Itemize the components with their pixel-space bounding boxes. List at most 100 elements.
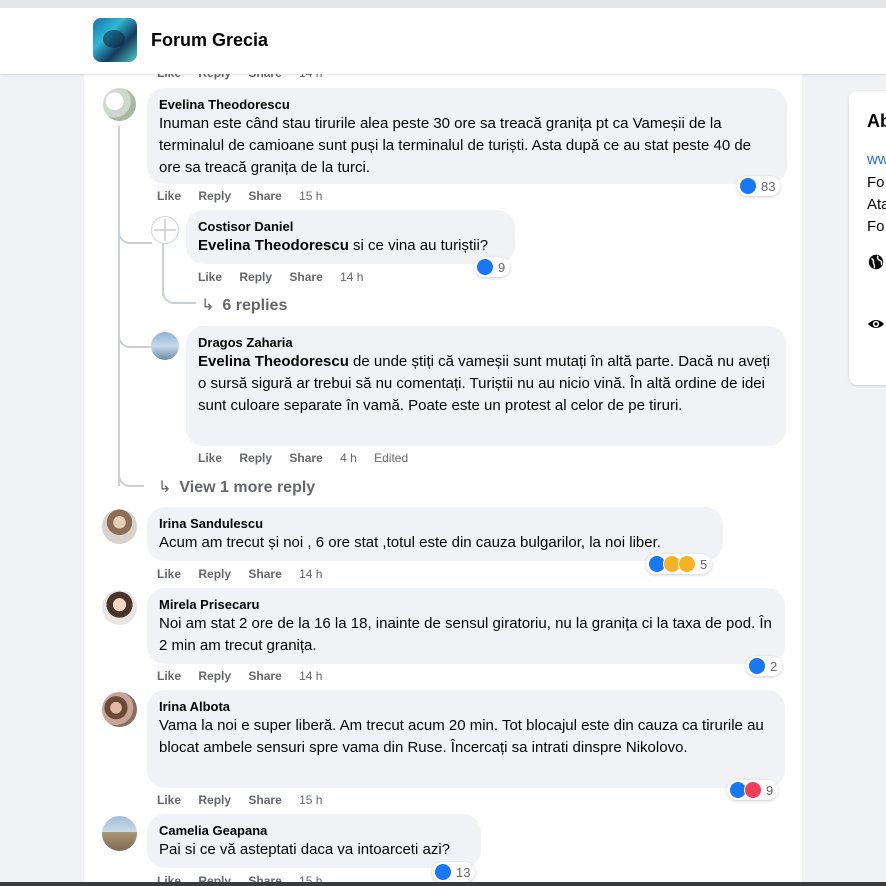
- reaction-count: 13: [456, 864, 471, 880]
- about-line: Ata: [867, 196, 886, 213]
- comment-author[interactable]: Costisor Daniel: [198, 218, 503, 235]
- reaction-summary[interactable]: 5: [646, 554, 713, 574]
- reaction-summary[interactable]: 83: [737, 176, 781, 196]
- comment-bubble: Irina Sandulescu Acum am trecut și noi ,…: [147, 507, 723, 561]
- comment-bubble: Evelina Theodorescu Inuman este când sta…: [147, 88, 787, 184]
- share-button[interactable]: Share: [248, 669, 281, 683]
- about-card: Ab ww Fo Ata Fo: [849, 91, 886, 385]
- comment-author[interactable]: Camelia Geapana: [159, 822, 469, 839]
- edited-label: Edited: [374, 451, 409, 465]
- reaction-summary[interactable]: 13: [432, 862, 476, 882]
- comment-actions-clipped: Like Reply Share 14 h: [157, 74, 336, 80]
- comment-actions: Like Reply Share 15 h: [157, 793, 336, 807]
- like-reaction-icon: [476, 258, 494, 276]
- comment-actions: Like Reply Share 14 h: [157, 669, 336, 683]
- reaction-count: 5: [700, 556, 708, 572]
- comment-bubble: Mirela Prisecaru Noi am stat 2 ore de la…: [147, 588, 785, 664]
- thread-connector: [162, 286, 196, 304]
- like-button[interactable]: Like: [157, 74, 181, 80]
- eye-icon: [867, 319, 885, 329]
- default-avatar-icon: [154, 219, 176, 241]
- comment-time: 15 h: [299, 189, 323, 203]
- comment-author[interactable]: Dragos Zaharia: [198, 334, 774, 351]
- avatar[interactable]: [102, 692, 137, 727]
- comment-text: Evelina Theodorescu si ce vina au turișt…: [198, 235, 503, 257]
- comment-author[interactable]: Mirela Prisecaru: [159, 596, 773, 613]
- window-bottom-edge: [0, 882, 886, 886]
- like-button[interactable]: Like: [157, 793, 181, 807]
- reaction-summary[interactable]: 9: [474, 257, 511, 277]
- group-cover-thumbnail[interactable]: [93, 18, 137, 62]
- avatar[interactable]: [103, 88, 136, 121]
- avatar[interactable]: [102, 509, 137, 544]
- like-button[interactable]: Like: [198, 270, 222, 284]
- reaction-count: 9: [498, 259, 506, 275]
- like-button[interactable]: Like: [198, 451, 222, 465]
- comment-text: Evelina Theodorescu de unde știți că vam…: [198, 351, 774, 417]
- comment-text: Noi am stat 2 ore de la 16 la 18, inaint…: [159, 615, 772, 654]
- mention-link[interactable]: Evelina Theodorescu: [198, 237, 349, 254]
- comment-actions: Like Reply Share 14 h: [157, 567, 336, 581]
- comment-bubble: Camelia Geapana Pai si ce vă asteptati d…: [147, 814, 481, 868]
- comment-text-body: si ce vina au turiștii?: [348, 237, 489, 254]
- like-reaction-icon: [434, 863, 452, 881]
- comment-bubble: Costisor Daniel Evelina Theodorescu si c…: [186, 210, 515, 264]
- globe-icon: [868, 254, 884, 270]
- like-reaction-icon: [748, 657, 766, 675]
- comment-author[interactable]: Irina Sandulescu: [159, 515, 711, 532]
- share-button[interactable]: Share: [248, 567, 281, 581]
- like-button[interactable]: Like: [157, 189, 181, 203]
- reply-button[interactable]: Reply: [239, 270, 272, 284]
- reaction-count: 2: [770, 658, 778, 674]
- reaction-summary[interactable]: 9: [727, 780, 779, 800]
- share-button[interactable]: Share: [248, 793, 281, 807]
- view-more-reply-label: View 1 more reply: [179, 479, 316, 496]
- avatar[interactable]: [151, 216, 179, 244]
- avatar[interactable]: [151, 332, 179, 360]
- about-heading: Ab: [867, 111, 886, 131]
- avatar[interactable]: [102, 590, 137, 625]
- love-reaction-icon: [744, 781, 762, 799]
- about-line: Fo: [867, 218, 885, 235]
- comment-author[interactable]: Evelina Theodorescu: [159, 96, 775, 113]
- view-more-reply-link[interactable]: ↳ View 1 more reply: [158, 477, 315, 497]
- comment-bubble: Dragos Zaharia Evelina Theodorescu de un…: [186, 326, 786, 446]
- mention-link[interactable]: Evelina Theodorescu: [198, 353, 349, 370]
- share-button[interactable]: Share: [289, 270, 322, 284]
- view-replies-label: 6 replies: [222, 297, 288, 314]
- comment-bubble: Irina Albota Vama la noi e super liberă.…: [147, 690, 785, 788]
- comment-time: 15 h: [299, 793, 323, 807]
- reaction-count: 9: [766, 782, 774, 798]
- comment-time: 14 h: [299, 74, 322, 80]
- thread-connector: [118, 469, 144, 487]
- reply-arrow-icon: ↳: [201, 297, 215, 314]
- reply-button[interactable]: Reply: [198, 74, 231, 80]
- reaction-count: 83: [761, 178, 776, 194]
- comment-text: Pai si ce vă asteptati daca va intoarcet…: [159, 841, 450, 858]
- about-link[interactable]: ww: [867, 151, 886, 168]
- reply-button[interactable]: Reply: [239, 451, 272, 465]
- reply-button[interactable]: Reply: [198, 793, 231, 807]
- comment-time: 4 h: [340, 451, 357, 465]
- reply-button[interactable]: Reply: [198, 567, 231, 581]
- group-name[interactable]: Forum Grecia: [151, 30, 268, 51]
- reply-button[interactable]: Reply: [198, 189, 231, 203]
- comment-text: Inuman este când stau tirurile alea pest…: [159, 115, 752, 176]
- comment-time: 14 h: [299, 669, 323, 683]
- share-button[interactable]: Share: [248, 74, 281, 80]
- comment-author[interactable]: Irina Albota: [159, 698, 773, 715]
- comment-text: Acum am trecut și noi , 6 ore stat ,totu…: [159, 534, 661, 551]
- reply-button[interactable]: Reply: [198, 669, 231, 683]
- like-button[interactable]: Like: [157, 669, 181, 683]
- reaction-summary[interactable]: 2: [746, 656, 783, 676]
- like-button[interactable]: Like: [157, 567, 181, 581]
- share-button[interactable]: Share: [248, 189, 281, 203]
- like-reaction-icon: [739, 177, 757, 195]
- comments-panel: Like Reply Share 14 h Evelina Theodoresc…: [84, 74, 802, 886]
- share-button[interactable]: Share: [289, 451, 322, 465]
- avatar[interactable]: [102, 816, 137, 851]
- thread-connector: [118, 328, 152, 348]
- about-line: Fo: [867, 174, 885, 191]
- comment-text: Vama la noi e super liberă. Am trecut ac…: [159, 717, 764, 756]
- view-replies-link[interactable]: ↳ 6 replies: [201, 295, 287, 315]
